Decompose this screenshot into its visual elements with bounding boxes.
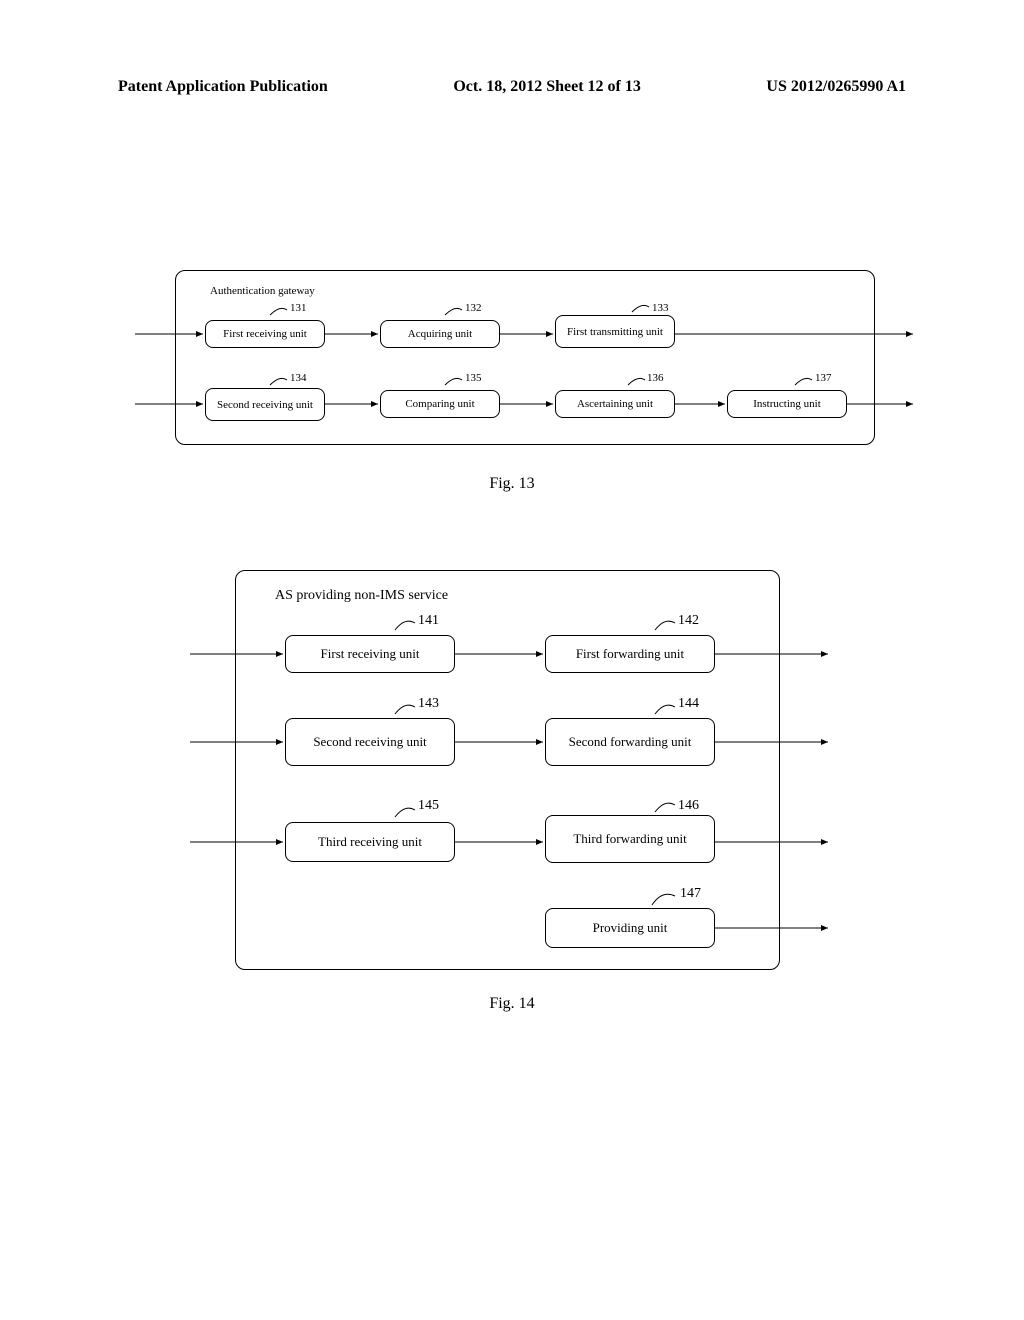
header-center: Oct. 18, 2012 Sheet 12 of 13 xyxy=(453,78,641,96)
fig13: Authentication gateway First receiving u… xyxy=(175,270,875,445)
fig14: AS providing non-IMS service First recei… xyxy=(235,570,780,970)
header-left: Patent Application Publication xyxy=(118,78,328,96)
fig13-arrows xyxy=(135,270,915,470)
header-right: US 2012/0265990 A1 xyxy=(766,78,906,96)
page-header: Patent Application Publication Oct. 18, … xyxy=(0,78,1024,96)
fig13-caption: Fig. 13 xyxy=(489,475,534,493)
fig14-caption: Fig. 14 xyxy=(489,995,534,1013)
fig14-arrows xyxy=(190,570,830,990)
